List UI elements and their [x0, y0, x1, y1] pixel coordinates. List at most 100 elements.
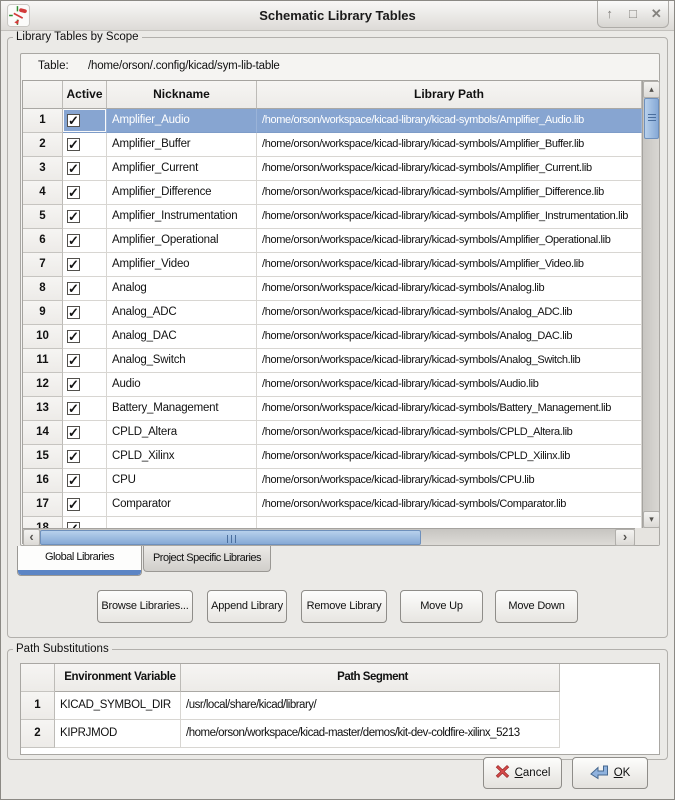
active-checkbox[interactable] — [67, 330, 80, 343]
active-cell[interactable] — [63, 493, 107, 517]
nickname-cell[interactable]: Analog_Switch — [107, 349, 257, 373]
active-checkbox[interactable] — [67, 426, 80, 439]
column-header-nickname[interactable]: Nickname — [107, 81, 257, 109]
titlebar[interactable]: Schematic Library Tables ↑ □ ✕ — [1, 1, 674, 31]
row-number-label[interactable]: 5 — [23, 205, 63, 229]
active-cell[interactable] — [63, 445, 107, 469]
remove-library-button[interactable]: Remove Library — [301, 590, 387, 623]
active-checkbox[interactable] — [67, 474, 80, 487]
active-checkbox[interactable] — [67, 306, 80, 319]
horizontal-scrollbar-thumb[interactable] — [40, 530, 421, 545]
active-cell[interactable] — [63, 181, 107, 205]
active-checkbox[interactable] — [67, 402, 80, 415]
library-path-cell[interactable]: /home/orson/workspace/kicad-library/kica… — [257, 493, 642, 517]
nickname-cell[interactable]: CPLD_Xilinx — [107, 445, 257, 469]
library-path-cell[interactable]: /home/orson/workspace/kicad-library/kica… — [257, 373, 642, 397]
row-number-label[interactable]: 7 — [23, 253, 63, 277]
column-header-environment-variable[interactable]: Environment Variable — [55, 664, 181, 692]
table-row[interactable]: 9 Analog_ADC /home/orson/workspace/kicad… — [23, 301, 642, 325]
active-checkbox[interactable] — [67, 114, 80, 127]
library-path-cell[interactable]: /home/orson/workspace/kicad-library/kica… — [257, 277, 642, 301]
table-row[interactable]: 14 CPLD_Altera /home/orson/workspace/kic… — [23, 421, 642, 445]
active-checkbox[interactable] — [67, 378, 80, 391]
table-row[interactable]: 2 KIPRJMOD /home/orson/workspace/kicad-m… — [21, 720, 560, 748]
shade-window-icon[interactable]: ↑ — [600, 4, 620, 24]
nickname-cell[interactable]: Analog — [107, 277, 257, 301]
nickname-cell[interactable]: Amplifier_Buffer — [107, 133, 257, 157]
nickname-cell[interactable]: CPU — [107, 469, 257, 493]
table-row[interactable]: 6 Amplifier_Operational /home/orson/work… — [23, 229, 642, 253]
row-number-label[interactable]: 1 — [23, 109, 63, 133]
active-cell[interactable] — [63, 109, 107, 133]
ok-button[interactable]: OK — [572, 757, 648, 789]
nickname-cell[interactable]: Amplifier_Audio — [107, 109, 257, 133]
active-checkbox[interactable] — [67, 450, 80, 463]
row-number-label[interactable]: 2 — [21, 720, 55, 748]
library-path-cell[interactable]: /home/orson/workspace/kicad-library/kica… — [257, 181, 642, 205]
library-path-cell[interactable]: /home/orson/workspace/kicad-library/kica… — [257, 421, 642, 445]
corner-header-cell[interactable] — [21, 664, 55, 692]
nickname-cell[interactable]: Amplifier_Difference — [107, 181, 257, 205]
active-checkbox[interactable] — [67, 138, 80, 151]
table-row[interactable]: 13 Battery_Management /home/orson/worksp… — [23, 397, 642, 421]
active-checkbox[interactable] — [67, 354, 80, 367]
tab-project-specific-libraries[interactable]: Project Specific Libraries — [143, 546, 271, 572]
environment-variable-cell[interactable]: KICAD_SYMBOL_DIR — [55, 692, 181, 720]
row-number-label[interactable]: 14 — [23, 421, 63, 445]
row-number-label[interactable]: 11 — [23, 349, 63, 373]
active-cell[interactable] — [63, 517, 107, 528]
active-checkbox[interactable] — [67, 234, 80, 247]
table-row[interactable]: 15 CPLD_Xilinx /home/orson/workspace/kic… — [23, 445, 642, 469]
row-number-label[interactable]: 6 — [23, 229, 63, 253]
path-segment-cell[interactable]: /home/orson/workspace/kicad-master/demos… — [181, 720, 560, 748]
vertical-scrollbar[interactable]: ▴ ▾ — [642, 81, 659, 528]
column-header-path-segment[interactable]: Path Segment — [181, 664, 560, 692]
row-number-label[interactable]: 4 — [23, 181, 63, 205]
library-path-cell[interactable] — [257, 517, 642, 528]
scroll-down-icon[interactable]: ▾ — [643, 511, 660, 528]
library-path-cell[interactable]: /home/orson/workspace/kicad-library/kica… — [257, 397, 642, 421]
table-row[interactable]: 11 Analog_Switch /home/orson/workspace/k… — [23, 349, 642, 373]
row-number-label[interactable]: 13 — [23, 397, 63, 421]
row-number-label[interactable]: 9 — [23, 301, 63, 325]
corner-header-cell[interactable] — [23, 81, 63, 109]
row-number-label[interactable]: 10 — [23, 325, 63, 349]
horizontal-scrollbar[interactable]: ‹ › — [23, 528, 635, 545]
active-checkbox[interactable] — [67, 210, 80, 223]
table-row[interactable]: 2 Amplifier_Buffer /home/orson/workspace… — [23, 133, 642, 157]
active-cell[interactable] — [63, 421, 107, 445]
row-number-label[interactable]: 1 — [21, 692, 55, 720]
maximize-window-icon[interactable]: □ — [623, 4, 643, 24]
active-cell[interactable] — [63, 229, 107, 253]
nickname-cell[interactable]: Amplifier_Operational — [107, 229, 257, 253]
row-number-label[interactable]: 3 — [23, 157, 63, 181]
table-row[interactable]: 7 Amplifier_Video /home/orson/workspace/… — [23, 253, 642, 277]
nickname-cell[interactable]: Amplifier_Video — [107, 253, 257, 277]
table-row[interactable]: 8 Analog /home/orson/workspace/kicad-lib… — [23, 277, 642, 301]
nickname-cell[interactable]: Battery_Management — [107, 397, 257, 421]
nickname-cell[interactable]: Comparator — [107, 493, 257, 517]
library-path-cell[interactable]: /home/orson/workspace/kicad-library/kica… — [257, 157, 642, 181]
row-number-label[interactable]: 15 — [23, 445, 63, 469]
move-up-button[interactable]: Move Up — [400, 590, 483, 623]
nickname-cell[interactable]: Analog_ADC — [107, 301, 257, 325]
active-cell[interactable] — [63, 157, 107, 181]
scroll-up-icon[interactable]: ▴ — [643, 81, 660, 98]
active-cell[interactable] — [63, 301, 107, 325]
row-number-label[interactable]: 18 — [23, 517, 63, 528]
active-cell[interactable] — [63, 349, 107, 373]
environment-variable-cell[interactable]: KIPRJMOD — [55, 720, 181, 748]
table-row[interactable]: 16 CPU /home/orson/workspace/kicad-libra… — [23, 469, 642, 493]
column-header-active[interactable]: Active — [63, 81, 107, 109]
nickname-cell[interactable] — [107, 517, 257, 528]
scroll-left-icon[interactable]: ‹ — [23, 529, 40, 546]
vertical-scrollbar-thumb[interactable] — [644, 98, 659, 139]
table-row[interactable]: 5 Amplifier_Instrumentation /home/orson/… — [23, 205, 642, 229]
row-number-label[interactable]: 8 — [23, 277, 63, 301]
library-path-cell[interactable]: /home/orson/workspace/kicad-library/kica… — [257, 445, 642, 469]
active-checkbox[interactable] — [67, 186, 80, 199]
active-cell[interactable] — [63, 133, 107, 157]
nickname-cell[interactable]: Analog_DAC — [107, 325, 257, 349]
active-cell[interactable] — [63, 397, 107, 421]
nickname-cell[interactable]: Amplifier_Instrumentation — [107, 205, 257, 229]
